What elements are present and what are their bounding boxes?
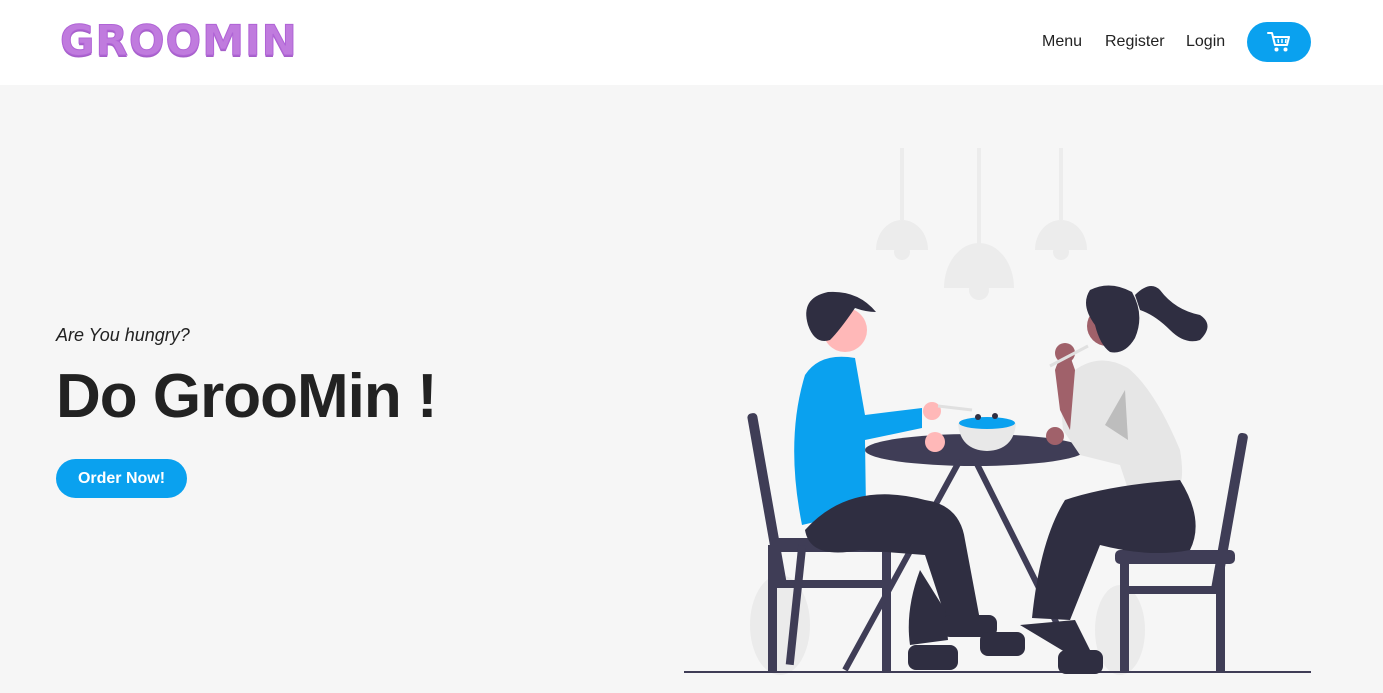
hero-headline: Do GrooMin ! <box>56 362 438 431</box>
order-now-button[interactable]: Order Now! <box>56 459 187 498</box>
nav-link-menu[interactable]: Menu <box>1042 32 1082 52</box>
pendant-lamps <box>876 148 1087 300</box>
nav-link-register[interactable]: Register <box>1105 32 1165 52</box>
hero-tagline: Are You hungry? <box>56 325 190 345</box>
nav-link-login[interactable]: Login <box>1186 32 1225 52</box>
man-figure <box>794 291 997 670</box>
navbar: GROOMIN Menu Register Login <box>0 0 1383 85</box>
shopping-cart-icon <box>1267 32 1290 52</box>
woman-figure <box>980 285 1208 674</box>
dining-couple-illustration <box>684 148 1311 675</box>
cart-button[interactable] <box>1247 22 1311 62</box>
brand-logo[interactable]: GROOMIN <box>60 16 298 66</box>
